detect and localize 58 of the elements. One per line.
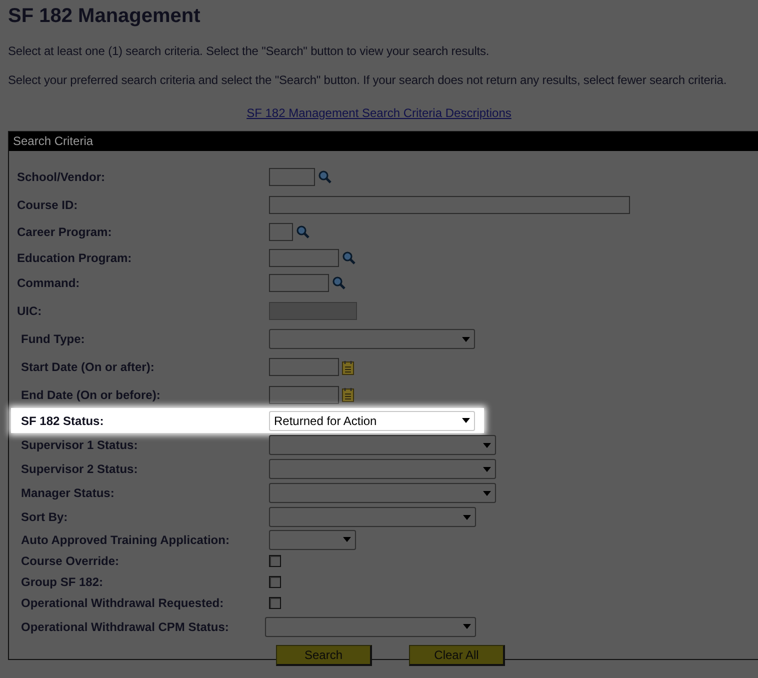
field-label: Career Program:: [16, 225, 113, 239]
checkbox[interactable]: [269, 554, 281, 566]
field-label: Start Date (On or after):: [20, 360, 156, 374]
search-icon[interactable]: [318, 170, 332, 184]
search-icon[interactable]: [342, 250, 356, 264]
field-label: Course Override:: [20, 554, 120, 568]
field-label: Operational Withdrawal CPM Status:: [20, 620, 230, 634]
date-field[interactable]: [269, 358, 339, 376]
instruction-text: Select at least one (1) search criteria. Select the "Search" button to view your search results.: [8, 44, 490, 59]
caret-icon: [483, 490, 491, 496]
caret-icon: [483, 442, 491, 448]
caret-icon: [462, 336, 470, 342]
field-label: Supervisor 1 Status:: [20, 438, 139, 452]
checkbox[interactable]: [269, 576, 281, 588]
field-label: Sort By:: [20, 510, 69, 524]
field-label: Course ID:: [16, 198, 79, 212]
caret-icon: [463, 624, 471, 629]
field-label: Manager Status:: [20, 486, 116, 500]
dropdown[interactable]: [269, 483, 496, 503]
checkbox[interactable]: [269, 597, 281, 609]
calendar-icon[interactable]: [342, 387, 354, 402]
caret-icon: [462, 418, 470, 423]
descriptions-link[interactable]: SF 182 Management Search Criteria Descriptions: [246, 106, 512, 120]
field-label: Command:: [16, 276, 81, 290]
field-label: Education Program:: [16, 250, 133, 264]
text-field[interactable]: [269, 196, 630, 214]
dropdown[interactable]: [269, 507, 476, 527]
lookup-field[interactable]: [269, 248, 339, 266]
field-label: Operational Withdrawal Requested:: [20, 596, 225, 610]
search-button[interactable]: Search: [276, 645, 372, 666]
field-label: End Date (On or before):: [20, 388, 162, 402]
field-label: SF 182 Status:: [20, 414, 105, 428]
dropdown[interactable]: [269, 435, 496, 455]
dropdown[interactable]: [269, 459, 496, 479]
search-icon[interactable]: [296, 225, 310, 239]
caret-icon: [483, 466, 491, 472]
dropdown[interactable]: Returned for Action: [269, 410, 475, 430]
field-label: Fund Type:: [20, 332, 86, 346]
lookup-field[interactable]: [269, 274, 329, 292]
field-label: School/Vendor:: [16, 170, 106, 184]
clear-all-button[interactable]: Clear All: [409, 645, 505, 666]
dropdown[interactable]: [269, 530, 356, 550]
dropdown[interactable]: [265, 616, 476, 636]
lookup-field[interactable]: [269, 223, 293, 241]
lookup-field[interactable]: [269, 168, 315, 186]
caret-icon: [343, 537, 351, 542]
field-label: Auto Approved Training Application:: [20, 532, 230, 546]
calendar-icon[interactable]: [342, 360, 354, 374]
panel-header: Search Criteria: [9, 132, 758, 151]
page-title: SF 182 Management: [8, 4, 202, 28]
search-icon[interactable]: [332, 276, 346, 290]
dropdown[interactable]: [269, 329, 475, 349]
instruction-text: Select your preferred search criteria and select the "Search" button. If your search does not return any results, select fewer search criteria.: [8, 73, 728, 88]
field-label: Supervisor 2 Status:: [20, 462, 139, 476]
date-field[interactable]: [269, 386, 339, 404]
field-label: UIC:: [16, 304, 43, 318]
field-label: Group SF 182:: [20, 575, 104, 589]
caret-icon: [463, 514, 471, 520]
